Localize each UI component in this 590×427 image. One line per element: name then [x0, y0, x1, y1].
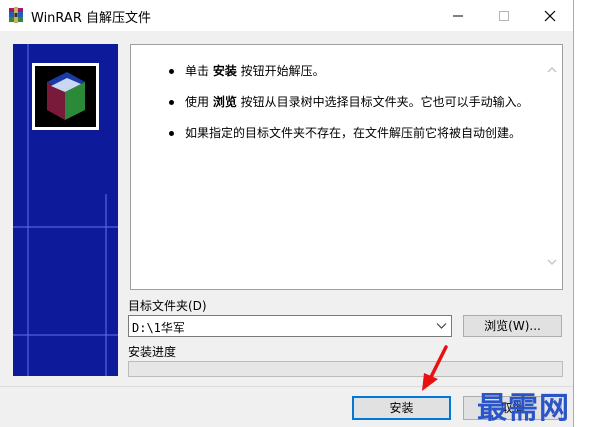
- banner-grid-line: [13, 226, 118, 228]
- chevron-down-icon[interactable]: [547, 257, 557, 267]
- sfx-dialog: WinRAR 自解压文件 单击 安装 按钮开始解压。 使用 浏览 按钮从目录树中…: [0, 0, 574, 427]
- minimize-button[interactable]: [435, 0, 481, 31]
- instruction-emphasis: 安装: [212, 64, 237, 78]
- chevron-down-icon[interactable]: [436, 322, 447, 330]
- chevron-up-icon[interactable]: [547, 65, 557, 75]
- install-progress-bar: [128, 361, 563, 377]
- instructions-panel: 单击 安装 按钮开始解压。 使用 浏览 按钮从目录树中选择目标文件夹。它也可以手…: [130, 44, 563, 290]
- destination-label: 目标文件夹(D): [128, 299, 207, 313]
- browse-button[interactable]: 浏览(W)...: [463, 315, 562, 337]
- instruction-text: 使用: [185, 95, 213, 109]
- annotation-arrow-icon: [422, 345, 448, 391]
- close-icon: [544, 10, 556, 22]
- sfx-banner: [13, 44, 118, 376]
- close-button[interactable]: [527, 0, 573, 31]
- instruction-item: 如果指定的目标文件夹不存在，在文件解压前它将被自动创建。: [165, 125, 535, 142]
- instruction-item: 单击 安装 按钮开始解压。: [165, 63, 535, 80]
- bullet-dot: [169, 131, 174, 136]
- site-watermark: 最需网: [477, 391, 570, 426]
- desktop-background: [574, 0, 590, 427]
- instruction-item: 使用 浏览 按钮从目录树中选择目标文件夹。它也可以手动输入。: [165, 94, 535, 111]
- destination-path-value: D:\1华军: [132, 321, 185, 335]
- instruction-text: 按钮从目录树中选择目标文件夹。它也可以手动输入。: [236, 95, 529, 109]
- instruction-text: 单击: [185, 64, 213, 78]
- maximize-icon: [499, 11, 509, 21]
- instruction-text: 如果指定的目标文件夹不存在，在文件解压前它将被自动创建。: [185, 126, 522, 140]
- banner-grid-line: [13, 334, 118, 336]
- winrar-books-icon: [47, 72, 85, 120]
- winrar-logo: [32, 63, 99, 130]
- install-button[interactable]: 安装: [352, 396, 451, 420]
- minimize-icon: [453, 15, 463, 17]
- progress-label: 安装进度: [128, 345, 177, 359]
- instruction-emphasis: 浏览: [212, 95, 237, 109]
- winrar-app-icon: [9, 7, 23, 23]
- instruction-text: 按钮开始解压。: [236, 64, 325, 78]
- instructions-scrollbar[interactable]: [544, 59, 560, 279]
- screenshot: WinRAR 自解压文件 单击 安装 按钮开始解压。 使用 浏览 按钮从目录树中…: [0, 0, 590, 427]
- bullet-dot: [169, 100, 174, 105]
- maximize-button[interactable]: [481, 0, 527, 31]
- destination-path-combo[interactable]: D:\1华军: [128, 315, 452, 337]
- window-title: WinRAR 自解压文件: [31, 11, 151, 26]
- bullet-dot: [169, 69, 174, 74]
- banner-grid-line: [27, 44, 29, 376]
- instructions-list: 单击 安装 按钮开始解压。 使用 浏览 按钮从目录树中选择目标文件夹。它也可以手…: [165, 63, 535, 156]
- banner-grid-line: [105, 194, 107, 376]
- title-bar[interactable]: WinRAR 自解压文件: [0, 0, 573, 31]
